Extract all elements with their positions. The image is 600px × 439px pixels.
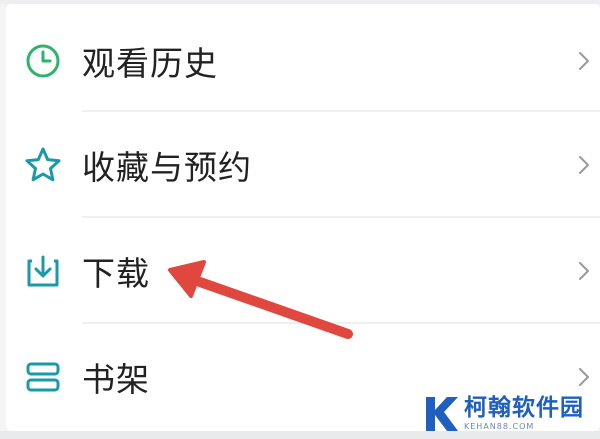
menu-item-label: 书架 [82,360,150,399]
watermark: 柯翰软件园 KEHAN88.COM [420,388,600,439]
kehan-logo-icon [426,396,458,431]
bookshelf-icon [22,356,64,398]
clock-icon [22,40,64,82]
menu-card: 观看历史 收藏与预约 下载 书架 [6,4,600,431]
menu-item-label: 下载 [82,254,150,293]
star-icon [22,144,64,186]
chevron-right-icon [574,259,594,283]
menu-item-favorites[interactable]: 收藏与预约 [6,112,600,218]
download-icon [22,250,64,292]
menu-item-label: 收藏与预约 [82,148,252,187]
chevron-right-icon [574,153,594,177]
chevron-right-icon [574,49,594,73]
menu-item-label: 观看历史 [82,44,218,83]
watermark-url: KEHAN88.COM [464,421,535,431]
menu-item-history[interactable]: 观看历史 [6,8,600,114]
menu-item-download[interactable]: 下载 [6,218,600,324]
chevron-right-icon [574,365,594,389]
watermark-name: 柯翰软件园 [464,394,584,421]
